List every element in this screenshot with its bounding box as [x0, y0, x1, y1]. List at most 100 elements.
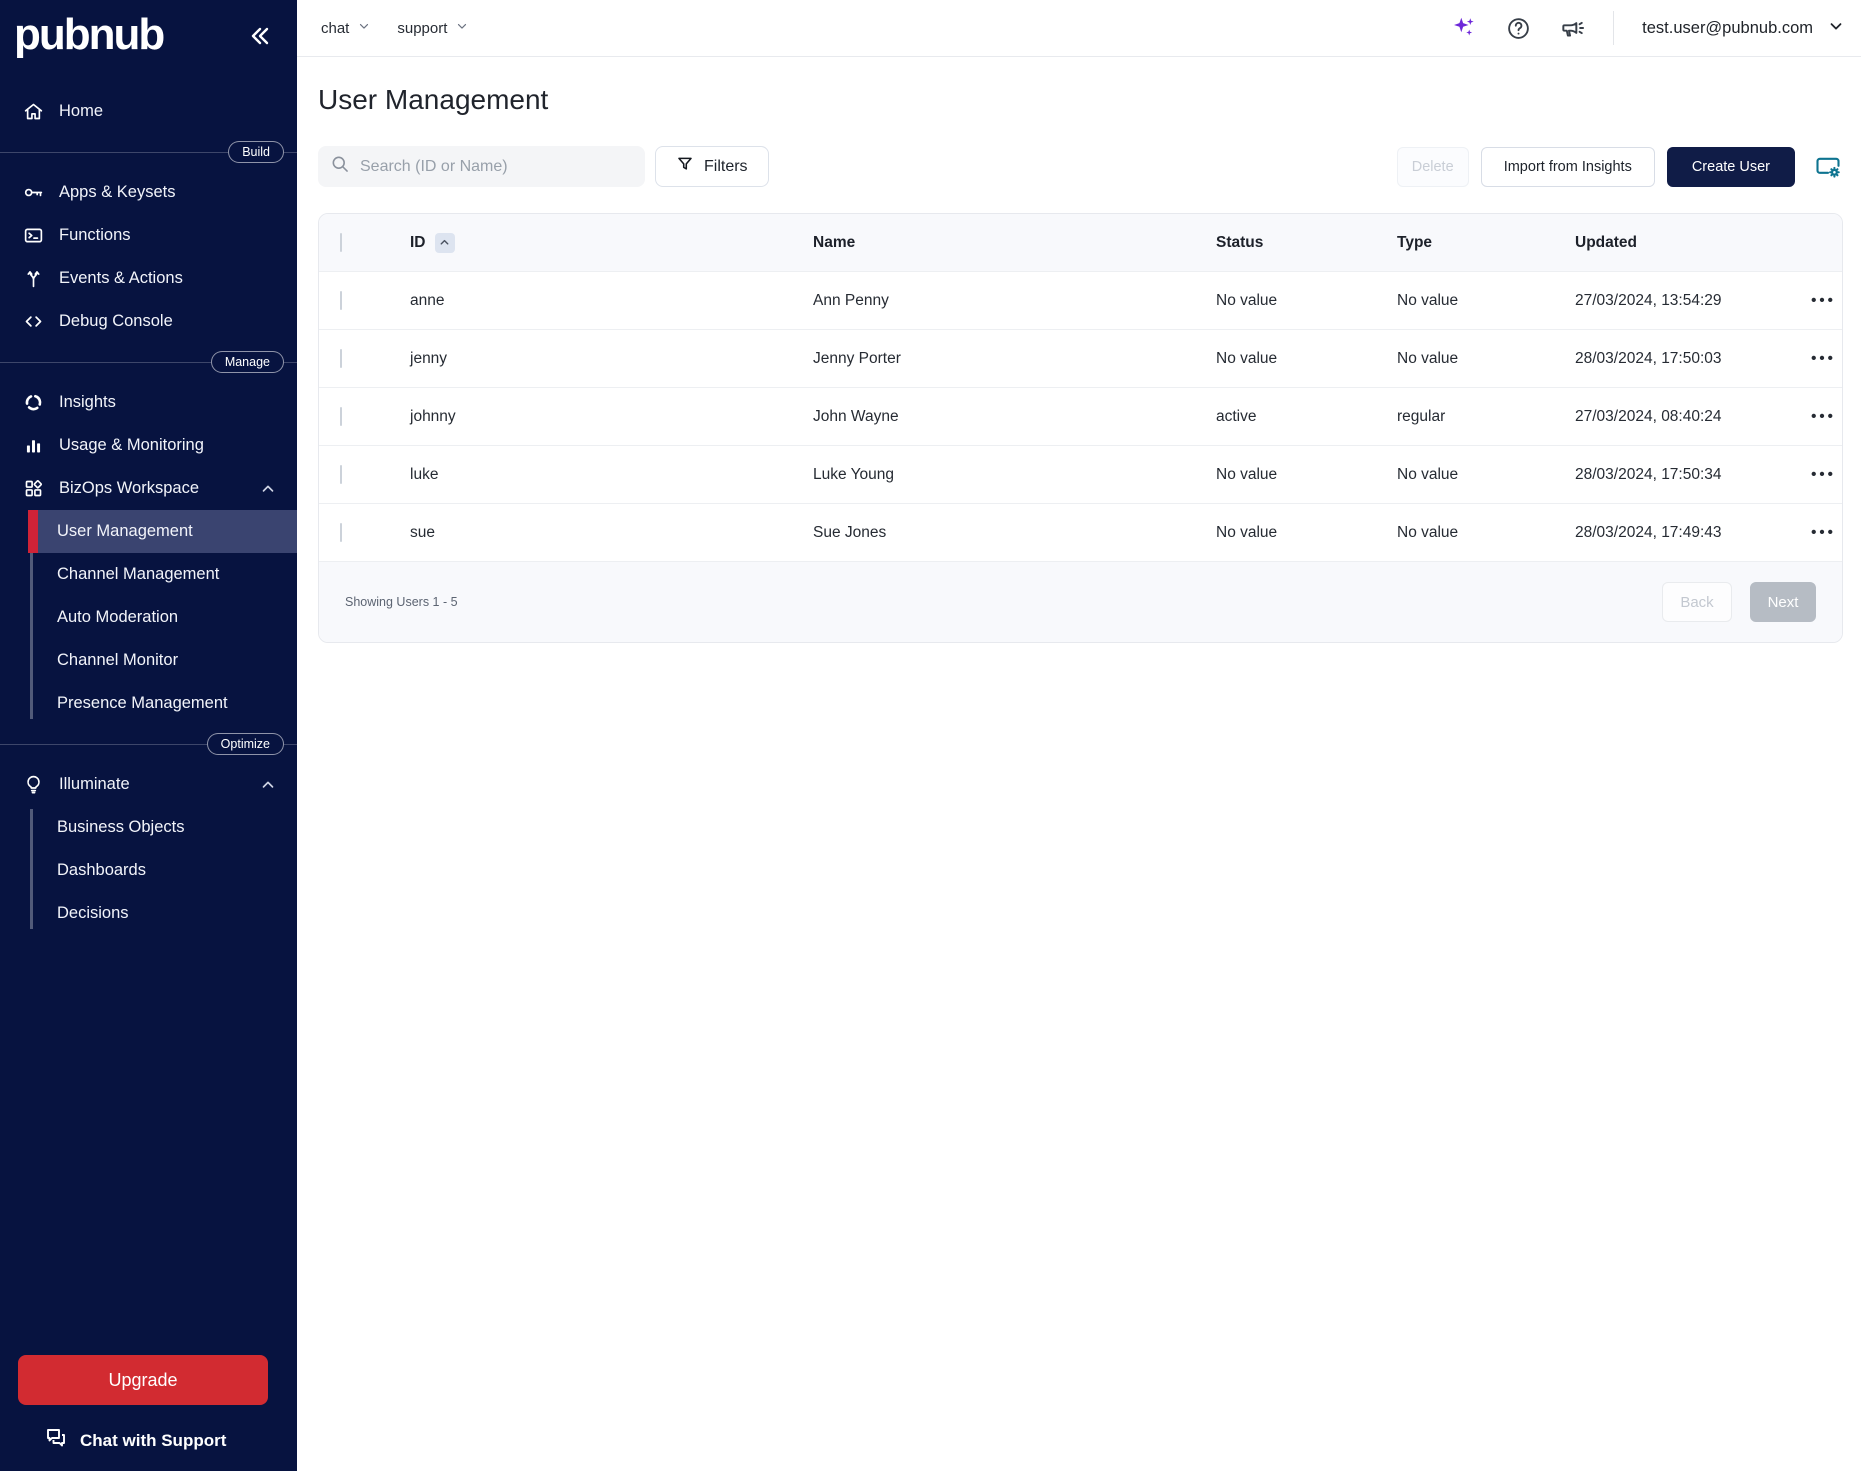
sidebar-item-label: Insights	[59, 393, 116, 411]
key-icon	[22, 182, 44, 204]
chevron-up-icon[interactable]	[259, 776, 297, 794]
row-checkbox[interactable]	[340, 406, 342, 426]
grid-diamond-icon	[22, 478, 44, 500]
section-badge-build: Build	[228, 141, 284, 163]
filters-button[interactable]: Filters	[655, 146, 769, 187]
cell-id: sue	[410, 523, 435, 541]
account-email: test.user@pubnub.com	[1642, 18, 1813, 37]
cell-type: No value	[1397, 465, 1459, 483]
sidebar-item-functions[interactable]: Functions	[0, 214, 297, 257]
collapse-sidebar-button[interactable]	[247, 24, 271, 53]
sidebar-item-insights[interactable]: Insights	[0, 381, 297, 424]
app-name: support	[397, 19, 448, 37]
chat-bubbles-icon	[44, 1426, 68, 1455]
cell-type: No value	[1397, 523, 1459, 541]
sidebar-item-usage-monitoring[interactable]: Usage & Monitoring	[0, 424, 297, 467]
insights-ring-icon	[22, 392, 44, 414]
sidebar-item-apps-keysets[interactable]: Apps & Keysets	[0, 171, 297, 214]
sidebar-item-decisions[interactable]: Decisions	[0, 892, 297, 935]
table-row[interactable]: anne Ann Penny No value No value 27/03/2…	[319, 271, 1842, 329]
cell-id: jenny	[410, 349, 448, 367]
bar-chart-icon	[22, 435, 44, 457]
cell-updated: 27/03/2024, 13:54:29	[1575, 291, 1722, 309]
search-input[interactable]	[360, 157, 633, 176]
back-button[interactable]: Back	[1662, 582, 1732, 622]
sidebar-item-home[interactable]: Home	[0, 90, 297, 133]
sidebar-section-divider: Optimize	[0, 725, 297, 763]
upgrade-button[interactable]: Upgrade	[18, 1355, 268, 1405]
sidebar-item-channel-management[interactable]: Channel Management	[0, 553, 297, 596]
table-row[interactable]: johnny John Wayne active regular 27/03/2…	[319, 387, 1842, 445]
row-checkbox[interactable]	[340, 290, 342, 310]
sidebar-item-label: Presence Management	[57, 694, 228, 712]
column-header-updated: Updated	[1575, 233, 1637, 251]
app-switcher-support[interactable]: support	[397, 19, 469, 37]
topbar-divider	[1613, 11, 1615, 45]
sidebar-item-user-management[interactable]: User Management	[28, 510, 297, 553]
lightbulb-icon	[22, 774, 44, 796]
row-menu-icon[interactable]: •••	[1805, 462, 1842, 487]
topbar: chat support test.user@pubnub.com	[297, 0, 1861, 57]
sidebar-item-label: Auto Moderation	[57, 608, 179, 626]
sidebar-item-label: Apps & Keysets	[59, 183, 176, 201]
cell-status: No value	[1216, 291, 1278, 309]
cell-id: anne	[410, 291, 445, 309]
bizops-children: User Management Channel Management Auto …	[0, 510, 297, 725]
table-row[interactable]: jenny Jenny Porter No value No value 28/…	[319, 329, 1842, 387]
help-icon[interactable]	[1505, 15, 1531, 41]
sidebar-item-bizops-workspace[interactable]: BizOps Workspace	[0, 467, 297, 510]
table-row[interactable]: sue Sue Jones No value No value 28/03/20…	[319, 503, 1842, 561]
illuminate-children: Business Objects Dashboards Decisions	[0, 806, 297, 935]
sidebar-section-divider: Manage	[0, 343, 297, 381]
pagination-buttons: Back Next	[1662, 582, 1816, 622]
sidebar-item-presence-management[interactable]: Presence Management	[0, 682, 297, 725]
chevron-down-icon	[455, 19, 469, 37]
cell-id: luke	[410, 465, 439, 483]
sort-ascending-icon[interactable]	[434, 232, 455, 253]
app-switcher-chat[interactable]: chat	[321, 19, 371, 37]
sidebar-item-channel-monitor[interactable]: Channel Monitor	[0, 639, 297, 682]
sidebar-item-dashboards[interactable]: Dashboards	[0, 849, 297, 892]
next-button[interactable]: Next	[1750, 582, 1816, 622]
cell-status: No value	[1216, 349, 1278, 367]
row-menu-icon[interactable]: •••	[1805, 288, 1842, 313]
sparkles-icon[interactable]	[1451, 15, 1477, 41]
sidebar-item-label: User Management	[57, 522, 193, 540]
import-from-insights-button[interactable]: Import from Insights	[1480, 146, 1655, 187]
cell-id: johnny	[410, 407, 456, 425]
announcements-icon[interactable]	[1559, 15, 1585, 41]
pubnub-logo: pubnub	[14, 10, 165, 59]
select-all-checkbox[interactable]	[340, 232, 342, 252]
row-checkbox[interactable]	[340, 522, 342, 542]
sidebar-item-label: Business Objects	[57, 818, 185, 836]
row-menu-icon[interactable]: •••	[1805, 346, 1842, 371]
sidebar-item-label: Functions	[59, 226, 131, 244]
column-header-type: Type	[1397, 233, 1433, 251]
table-settings-icon[interactable]	[1813, 152, 1843, 182]
table-row[interactable]: luke Luke Young No value No value 28/03/…	[319, 445, 1842, 503]
cell-name: Luke Young	[813, 465, 895, 483]
app-name: chat	[321, 19, 350, 37]
row-checkbox[interactable]	[340, 464, 342, 484]
account-menu[interactable]: test.user@pubnub.com	[1642, 17, 1845, 40]
cell-status: active	[1216, 407, 1257, 425]
sidebar-item-business-objects[interactable]: Business Objects	[0, 806, 297, 849]
chevron-up-icon[interactable]	[259, 480, 297, 498]
cell-name: John Wayne	[813, 407, 899, 425]
sidebar-item-illuminate[interactable]: Illuminate	[0, 763, 297, 806]
filters-label: Filters	[704, 157, 748, 175]
sidebar-item-label: Decisions	[57, 904, 129, 922]
row-menu-icon[interactable]: •••	[1805, 404, 1842, 429]
row-menu-icon[interactable]: •••	[1805, 520, 1842, 545]
sidebar-item-label: Events & Actions	[59, 269, 183, 287]
sidebar-item-events-actions[interactable]: Events & Actions	[0, 257, 297, 300]
sidebar-item-auto-moderation[interactable]: Auto Moderation	[0, 596, 297, 639]
row-checkbox[interactable]	[340, 348, 342, 368]
cell-updated: 27/03/2024, 08:40:24	[1575, 407, 1722, 425]
column-header-name: Name	[813, 233, 856, 251]
delete-button[interactable]: Delete	[1396, 146, 1469, 187]
sidebar-item-debug-console[interactable]: Debug Console	[0, 300, 297, 343]
create-user-button[interactable]: Create User	[1666, 146, 1795, 187]
chat-with-support-button[interactable]: Chat with Support	[44, 1426, 226, 1455]
topbar-right: test.user@pubnub.com	[1451, 11, 1861, 45]
